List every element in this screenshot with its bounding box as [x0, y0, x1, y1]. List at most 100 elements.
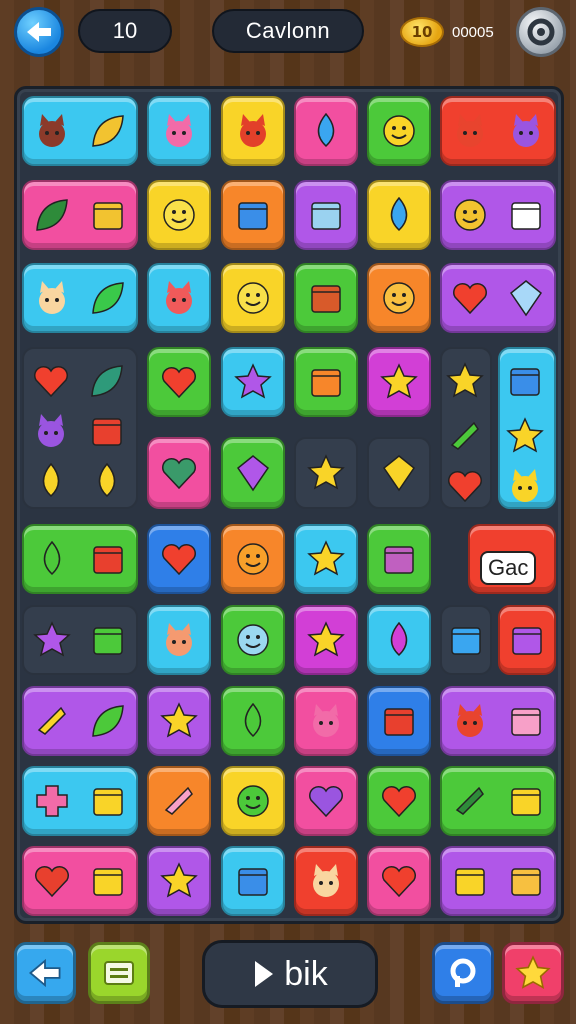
box-icon: [505, 194, 547, 236]
board-tile[interactable]: [440, 180, 556, 250]
box-icon[interactable]: [504, 360, 546, 402]
board-tile[interactable]: [294, 524, 358, 594]
board-tile[interactable]: [22, 180, 138, 250]
board-tile[interactable]: [147, 846, 211, 916]
board-tile[interactable]: [22, 263, 138, 333]
board-tile[interactable]: [221, 846, 285, 916]
star-icon[interactable]: [504, 415, 546, 457]
leaf-icon: [87, 110, 129, 152]
board-tile[interactable]: [498, 605, 556, 675]
board-tile[interactable]: [367, 96, 431, 166]
board-tile[interactable]: [221, 437, 285, 509]
board-tile[interactable]: [294, 437, 358, 509]
play-shape-icon: [255, 961, 274, 987]
board-tile[interactable]: [367, 437, 431, 509]
board-tile[interactable]: [221, 347, 285, 417]
leaf-icon[interactable]: [86, 360, 128, 402]
board-tile[interactable]: [294, 180, 358, 250]
board-tile[interactable]: [294, 347, 358, 417]
back-arrow-icon: [29, 958, 61, 988]
box-icon: [232, 194, 274, 236]
gem-icon: [232, 452, 274, 494]
board-tile[interactable]: [294, 96, 358, 166]
board-tile[interactable]: [440, 766, 556, 836]
bolt-icon[interactable]: [444, 415, 486, 457]
bottom-bar: bik: [0, 930, 576, 1024]
board-tile[interactable]: [147, 605, 211, 675]
board-tile[interactable]: [147, 347, 211, 417]
board-tile[interactable]: [440, 605, 492, 675]
board-tile[interactable]: [440, 846, 556, 916]
board-tile[interactable]: [22, 686, 138, 756]
board-tile[interactable]: [367, 524, 431, 594]
cat-icon: [305, 700, 347, 742]
board-tile[interactable]: [367, 686, 431, 756]
board-tile[interactable]: [221, 180, 285, 250]
board-tile[interactable]: [22, 605, 138, 675]
board-tile[interactable]: [147, 263, 211, 333]
drop-icon: [378, 619, 420, 661]
cat-icon[interactable]: [30, 410, 72, 452]
drop-icon[interactable]: [30, 460, 72, 502]
board-tile[interactable]: [367, 263, 431, 333]
board-tile[interactable]: [147, 766, 211, 836]
board-tile[interactable]: [147, 96, 211, 166]
box-icon: [305, 361, 347, 403]
board-tile[interactable]: [22, 96, 138, 166]
board-tile[interactable]: [367, 605, 431, 675]
heart-icon: [158, 538, 200, 580]
heart-icon: [158, 361, 200, 403]
search-button[interactable]: [432, 942, 494, 1004]
board-tile[interactable]: [221, 524, 285, 594]
star-icon: [515, 955, 551, 989]
star-icon[interactable]: [444, 360, 486, 402]
board-tile[interactable]: [440, 263, 556, 333]
cat-icon: [31, 110, 73, 152]
board-tile[interactable]: [294, 846, 358, 916]
board-tile[interactable]: [221, 686, 285, 756]
board-tile[interactable]: [294, 263, 358, 333]
leaf-icon: [87, 700, 129, 742]
drop-icon[interactable]: [86, 460, 128, 502]
back-button[interactable]: [14, 7, 64, 57]
primary-action-button[interactable]: bik: [202, 940, 378, 1008]
board-tile[interactable]: [367, 180, 431, 250]
board-tile[interactable]: [147, 180, 211, 250]
star-icon: [31, 619, 73, 661]
cat-icon[interactable]: [504, 465, 546, 507]
board-tile[interactable]: [221, 263, 285, 333]
drop-icon: [31, 538, 73, 580]
menu-button[interactable]: [88, 942, 150, 1004]
box-icon: [378, 700, 420, 742]
cat-icon: [449, 110, 491, 152]
board-tile[interactable]: [147, 524, 211, 594]
board-tile[interactable]: [294, 605, 358, 675]
board-tile[interactable]: [294, 686, 358, 756]
board-tile[interactable]: [221, 766, 285, 836]
box-icon[interactable]: [86, 410, 128, 452]
undo-button[interactable]: [14, 942, 76, 1004]
board-tile[interactable]: [367, 846, 431, 916]
cat-icon: [232, 110, 274, 152]
board-tile[interactable]: [22, 846, 138, 916]
settings-button[interactable]: [516, 7, 566, 57]
star-button[interactable]: [502, 942, 564, 1004]
board-tile[interactable]: [221, 96, 285, 166]
board-tile[interactable]: [367, 766, 431, 836]
heart-icon[interactable]: [444, 465, 486, 507]
board-tile[interactable]: [367, 347, 431, 417]
board-tile[interactable]: [294, 766, 358, 836]
board-tile[interactable]: [440, 96, 556, 166]
board-tile[interactable]: [440, 686, 556, 756]
face-icon: [232, 780, 274, 822]
board-tile[interactable]: [147, 686, 211, 756]
heart-icon: [378, 860, 420, 902]
star-icon: [232, 361, 274, 403]
board-tile[interactable]: [22, 524, 138, 594]
heart-icon[interactable]: [30, 360, 72, 402]
star-icon: [378, 361, 420, 403]
board-tile[interactable]: [221, 605, 285, 675]
box-icon: [505, 780, 547, 822]
board-tile[interactable]: [147, 437, 211, 509]
board-tile[interactable]: [22, 766, 138, 836]
